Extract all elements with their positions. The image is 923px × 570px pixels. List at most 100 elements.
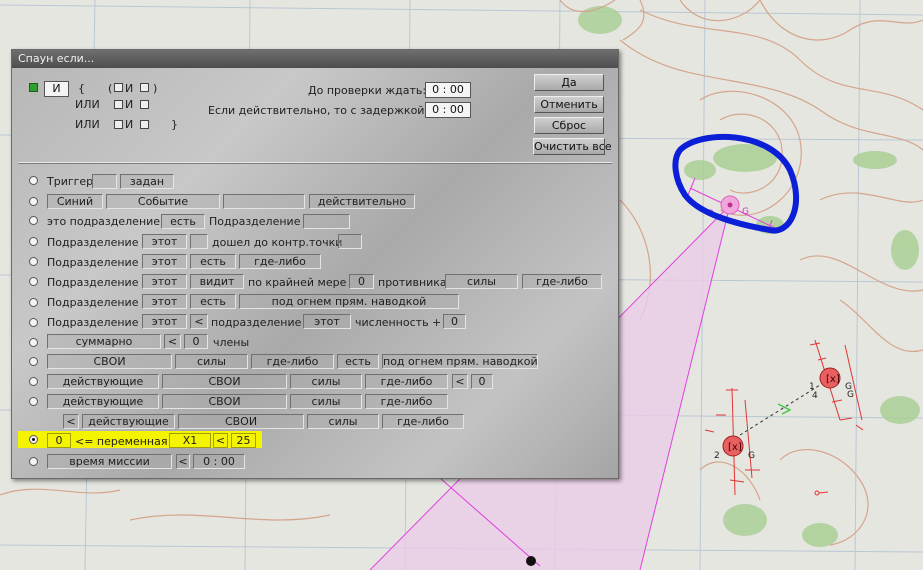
- condition-radio-15[interactable]: [29, 457, 38, 466]
- cond6-anywhere-field[interactable]: где-либо: [522, 274, 602, 289]
- cond6-count-field[interactable]: 0: [349, 274, 374, 289]
- cond5-is-field[interactable]: есть: [190, 254, 236, 269]
- cond10-is-field[interactable]: есть: [337, 354, 379, 369]
- condition-radio-7[interactable]: [29, 298, 38, 307]
- cond3-unit-field[interactable]: [303, 214, 350, 229]
- reset-button[interactable]: Сброс: [534, 117, 604, 134]
- cond9-members-label: члены: [213, 336, 250, 349]
- unit-1-marker[interactable]: [x]: [819, 367, 841, 389]
- cond13-forces-field[interactable]: силы: [307, 414, 379, 429]
- cond13-active-field[interactable]: действующие: [82, 414, 175, 429]
- cond7-is-field[interactable]: есть: [190, 294, 236, 309]
- cond9-total-field[interactable]: суммарно: [47, 334, 161, 349]
- cond12-active-field[interactable]: действующие: [47, 394, 159, 409]
- delay-input[interactable]: 0 : 00: [425, 102, 471, 118]
- cond11-own-field[interactable]: СВОИ: [162, 374, 287, 389]
- condition-radio-12[interactable]: [29, 397, 38, 406]
- cond8-this2-field[interactable]: этот: [303, 314, 351, 329]
- cond2-valid-field[interactable]: действительно: [309, 194, 415, 209]
- paren-close: ): [153, 82, 158, 95]
- unit-4-id: 4: [812, 391, 818, 401]
- cond10-forces-field[interactable]: силы: [175, 354, 248, 369]
- cond15-time-field[interactable]: 0 : 00: [193, 454, 245, 469]
- cond14-min-field[interactable]: 0: [47, 433, 71, 448]
- logic-checkbox-1[interactable]: [114, 83, 123, 92]
- condition-radio-9[interactable]: [29, 338, 38, 347]
- logic-checkbox-4[interactable]: [140, 100, 149, 109]
- unit-2-id: 2: [714, 451, 720, 461]
- cond2-empty-field[interactable]: [223, 194, 305, 209]
- logic-checkbox-2[interactable]: [140, 83, 149, 92]
- clear-all-button[interactable]: Очистить все: [533, 138, 612, 155]
- cond14-compare-field[interactable]: <: [213, 433, 228, 448]
- cond6-unit-label: Подразделение: [47, 276, 139, 289]
- cond15-mission-time-field[interactable]: время миссии: [47, 454, 172, 469]
- cond3-is-field[interactable]: есть: [161, 214, 205, 229]
- cond4-checkpoint-field[interactable]: [338, 234, 362, 249]
- unit-2-flag: G: [748, 451, 755, 461]
- logic-checkbox-3[interactable]: [114, 100, 123, 109]
- cond8-value-field[interactable]: 0: [443, 314, 466, 329]
- cond11-forces-field[interactable]: силы: [290, 374, 362, 389]
- cond4-this-field[interactable]: этот: [142, 234, 187, 249]
- svg-text:[x]: [x]: [826, 374, 840, 385]
- cond12-forces-field[interactable]: силы: [290, 394, 362, 409]
- cond5-anywhere-field[interactable]: где-либо: [239, 254, 321, 269]
- cond8-strength-label: численность +: [355, 316, 442, 329]
- cond11-compare-field[interactable]: <: [452, 374, 468, 389]
- condition-radio-3[interactable]: [29, 216, 38, 225]
- cond13-anywhere-field[interactable]: где-либо: [382, 414, 464, 429]
- cond1-set-field[interactable]: задан: [120, 174, 174, 189]
- brace-close: }: [171, 118, 178, 131]
- cond2-side-field[interactable]: Синий: [47, 194, 103, 209]
- cond13-compare-field[interactable]: <: [63, 414, 79, 429]
- cond4-empty-field[interactable]: [190, 234, 208, 249]
- cond11-active-field[interactable]: действующие: [47, 374, 159, 389]
- cond6-forces-field[interactable]: силы: [445, 274, 518, 289]
- cond7-this-field[interactable]: этот: [142, 294, 187, 309]
- condition-radio-14[interactable]: [29, 435, 38, 444]
- cond9-count-field[interactable]: 0: [184, 334, 208, 349]
- cancel-button[interactable]: Отменить: [534, 96, 604, 113]
- condition-radio-8[interactable]: [29, 318, 38, 327]
- unit-3-marker[interactable]: [720, 195, 740, 215]
- cond8-this-field[interactable]: этот: [142, 314, 187, 329]
- logic-checkbox-5[interactable]: [114, 120, 123, 129]
- cond9-compare-field[interactable]: <: [164, 334, 181, 349]
- condition-radio-4[interactable]: [29, 237, 38, 246]
- logic-and-field[interactable]: И: [44, 81, 69, 97]
- cond6-sees-field[interactable]: видит: [190, 274, 244, 289]
- cond11-anywhere-field[interactable]: где-либо: [365, 374, 448, 389]
- condition-radio-1[interactable]: [29, 176, 38, 185]
- cond6-at-least-label: по крайней мере: [248, 276, 347, 289]
- condition-radio-6[interactable]: [29, 277, 38, 286]
- logic-checkbox-main[interactable]: [29, 83, 38, 92]
- cond11-value-field[interactable]: 0: [471, 374, 493, 389]
- unit-4-flag: G: [847, 390, 854, 400]
- cond14-max-field[interactable]: 25: [231, 433, 256, 448]
- unit-2-marker[interactable]: [x]: [722, 435, 744, 457]
- cond12-anywhere-field[interactable]: где-либо: [365, 394, 448, 409]
- cond8-compare-field[interactable]: <: [190, 314, 208, 329]
- condition-radio-10[interactable]: [29, 357, 38, 366]
- condition-radio-5[interactable]: [29, 257, 38, 266]
- cond10-own-field[interactable]: СВОИ: [47, 354, 172, 369]
- logic-checkbox-6[interactable]: [140, 120, 149, 129]
- cond7-under-fire-field[interactable]: под огнем прям. наводкой: [239, 294, 459, 309]
- cond10-under-fire-field[interactable]: под огнем прям. наводкой: [382, 354, 538, 369]
- cond5-this-field[interactable]: этот: [142, 254, 187, 269]
- cond12-own-field[interactable]: СВОИ: [162, 394, 287, 409]
- cond14-variable-field[interactable]: X1: [169, 433, 211, 448]
- cond1-trigger-field[interactable]: [92, 174, 117, 189]
- cond10-anywhere-field[interactable]: где-либо: [251, 354, 334, 369]
- separator: [18, 162, 612, 164]
- ok-button[interactable]: Да: [534, 74, 604, 91]
- waypoint-marker[interactable]: [526, 556, 536, 566]
- condition-radio-2[interactable]: [29, 197, 38, 206]
- cond6-this-field[interactable]: этот: [142, 274, 187, 289]
- cond2-event-field[interactable]: Событие: [106, 194, 220, 209]
- cond15-compare-field[interactable]: <: [176, 454, 190, 469]
- cond13-own-field[interactable]: СВОИ: [178, 414, 304, 429]
- condition-radio-11[interactable]: [29, 377, 38, 386]
- wait-input[interactable]: 0 : 00: [425, 82, 471, 98]
